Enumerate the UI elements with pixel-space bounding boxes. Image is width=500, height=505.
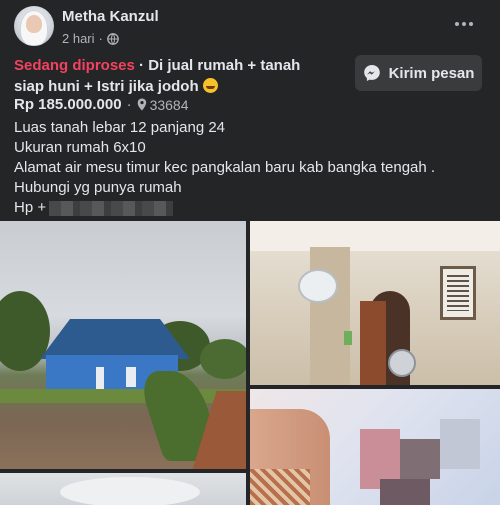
- photo-door: [360, 301, 386, 385]
- post-meta: 2 hari ·: [62, 31, 119, 46]
- photo-wall-frame: [440, 266, 476, 320]
- post-time[interactable]: 2 hari: [62, 31, 95, 46]
- rofl-emoji-icon: [202, 78, 218, 93]
- send-message-button[interactable]: Kirim pesan: [355, 55, 482, 91]
- more-options-icon[interactable]: [452, 12, 476, 36]
- send-message-label: Kirim pesan: [388, 64, 475, 82]
- description-line: Luas tanah lebar 12 panjang 24: [14, 119, 226, 136]
- redacted-phone-number: [49, 200, 174, 216]
- photo-cloud: [60, 477, 200, 505]
- listing-photo-interior[interactable]: [250, 221, 500, 385]
- avatar-face: [26, 15, 42, 33]
- photo-wall-fan: [298, 269, 338, 303]
- status-separator: ·: [139, 57, 145, 74]
- price-row: Rp 185.000.000 · 33684: [14, 96, 189, 113]
- price-separator: ·: [126, 96, 132, 113]
- messenger-icon: [363, 65, 380, 81]
- photo-grass: [0, 389, 246, 403]
- description-line: Alamat air mesu timur kec pangkalan baru…: [14, 159, 436, 176]
- listing-title: Sedang diproses · Di jual rumah + tanah …: [14, 55, 334, 97]
- description-line: Ukuran rumah 6x10: [14, 139, 146, 156]
- photo-pixelated: [440, 419, 480, 469]
- phone-line: Hp +: [14, 198, 484, 218]
- listing-photo-house-exterior[interactable]: [0, 221, 246, 469]
- listing-location[interactable]: 33684: [137, 97, 189, 113]
- location-code: 33684: [149, 96, 189, 113]
- author-name[interactable]: Metha Kanzul: [62, 8, 159, 25]
- photo-fabric: [250, 469, 310, 505]
- listing-price: Rp 185.000.000: [14, 96, 122, 113]
- photo-standing-fan: [388, 349, 416, 377]
- photo-house-window: [126, 367, 136, 387]
- phone-label: Hp +: [14, 199, 47, 216]
- listing-photo-sky[interactable]: [0, 473, 246, 505]
- photo-wall-shade: [310, 247, 350, 385]
- photo-pixelated: [380, 479, 430, 505]
- marketplace-post: Metha Kanzul 2 hari · Sedang diproses · …: [0, 0, 500, 505]
- photo-pixelated: [400, 439, 440, 479]
- globe-icon: [107, 32, 119, 45]
- listing-description: Luas tanah lebar 12 panjang 24 Ukuran ru…: [14, 118, 484, 218]
- photo-switch: [344, 331, 352, 345]
- photo-tree: [0, 291, 50, 371]
- description-line: Hubungi yg punya rumah: [14, 179, 182, 196]
- listing-photo-blurred[interactable]: [250, 389, 500, 505]
- photo-ceiling: [250, 221, 500, 251]
- pin-icon: [137, 98, 146, 111]
- author-avatar[interactable]: [14, 6, 54, 46]
- photo-tree: [200, 339, 246, 379]
- status-badge: Sedang diproses: [14, 57, 135, 74]
- meta-separator: ·: [98, 31, 103, 46]
